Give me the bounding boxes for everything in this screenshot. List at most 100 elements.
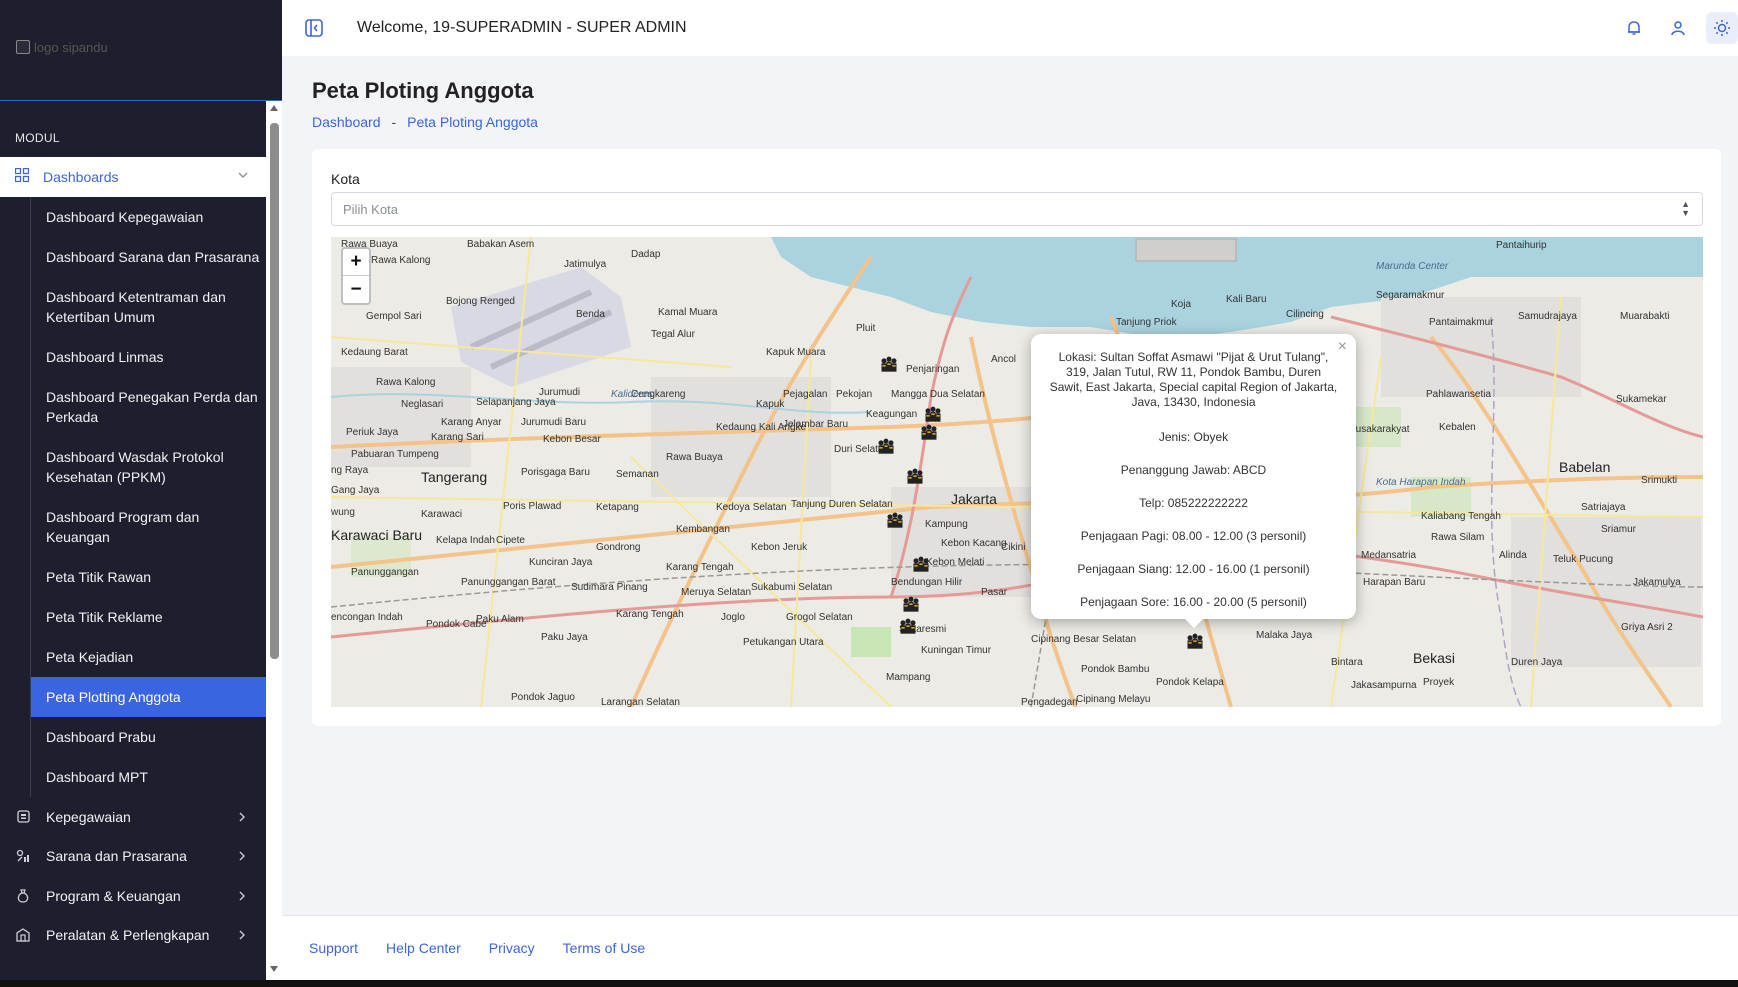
sidebar-item-peralatan[interactable]: Peralatan & Perlengkapan	[0, 916, 266, 956]
kota-select[interactable]: Pilih Kota ▲ ▼	[331, 192, 1703, 226]
logo-image[interactable]	[16, 40, 30, 54]
sidebar-item-dashboards[interactable]: Dashboards	[0, 157, 266, 197]
map-label: Sukamekar	[1616, 394, 1667, 405]
chevron-right-icon	[238, 927, 246, 943]
chevron-right-icon	[238, 888, 246, 904]
bell-icon[interactable]	[1618, 12, 1650, 44]
close-icon[interactable]: ×	[1338, 338, 1347, 356]
map-label: Pantaihurip	[1496, 240, 1547, 251]
police-marker-icon[interactable]	[877, 355, 901, 375]
sidebar-item-dashboard-ketentraman[interactable]: Dashboard Ketentraman dan Ketertiban Umu…	[31, 277, 266, 337]
sidebar-toggle-icon[interactable]	[304, 18, 324, 38]
map-label: Pasar	[981, 587, 1008, 598]
police-marker-icon[interactable]	[909, 555, 933, 575]
map-label: Tegal Alur	[651, 329, 695, 340]
user-icon[interactable]	[1662, 12, 1694, 44]
police-marker-icon[interactable]	[917, 423, 941, 443]
map-label: Ketapang	[596, 502, 639, 513]
footer-privacy-link[interactable]: Privacy	[489, 940, 535, 956]
footer-support-link[interactable]: Support	[309, 940, 358, 956]
top-header: Welcome, 19-SUPERADMIN - SUPER ADMIN	[282, 0, 1738, 56]
police-marker-icon[interactable]	[903, 467, 927, 487]
sidebar-item-label: Program & Keuangan	[46, 887, 181, 904]
sidebar-item-dashboard-sarana[interactable]: Dashboard Sarana dan Prasarana	[31, 237, 266, 277]
scroll-up-arrow-icon[interactable]	[270, 105, 278, 111]
map-label: Karawaci	[421, 509, 463, 520]
map-label: Kebalen	[1439, 422, 1476, 433]
popup-tip	[1184, 618, 1204, 628]
sidebar-item-peta-titik-reklame[interactable]: Peta Titik Reklame	[31, 597, 266, 637]
popup-lokasi: Lokasi: Sultan Soffat Asmawi "Pijat & Ur…	[1049, 350, 1338, 409]
sidebar-item-kepegawaian[interactable]: Kepegawaian	[0, 797, 266, 837]
logo-area: logo sipandu	[0, 0, 282, 101]
sidebar-item-dashboard-wasdak[interactable]: Dashboard Wasdak Protokol Kesehatan (PPK…	[31, 437, 266, 497]
map-label: Cipinang Besar Selatan	[1031, 634, 1137, 645]
map-label: Kota Harapan Indah	[1376, 477, 1466, 488]
scrollbar-thumb[interactable]	[270, 123, 279, 659]
breadcrumb-current[interactable]: Peta Ploting Anggota	[407, 114, 538, 130]
map-label: Dadap	[631, 249, 661, 260]
map-label: Pondok Jaguo	[511, 692, 575, 703]
footer-terms-link[interactable]: Terms of Use	[563, 940, 645, 956]
popup-telp: Telp: 085222222222	[1139, 496, 1248, 510]
map-view[interactable]: Rawa Buaya Babakan Asem Jatimulya Dadap …	[331, 237, 1703, 707]
popup-penjagaan-siang: Penjagaan Siang: 12.00 - 16.00 (1 person…	[1077, 562, 1310, 576]
kota-select-placeholder: Pilih Kota	[343, 202, 398, 217]
police-marker-icon[interactable]	[899, 595, 923, 615]
sidebar-item-dashboard-program[interactable]: Dashboard Program dan Keuangan	[31, 497, 266, 557]
map-label: encongan Indah	[331, 612, 403, 623]
map-label: Kelapa Indah	[436, 535, 495, 546]
zoom-out-button[interactable]: −	[343, 276, 369, 303]
map-label: Rawa Buaya	[666, 452, 723, 463]
map-label: Panunggangan Barat	[461, 577, 556, 588]
sidebar-item-program-keuangan[interactable]: Program & Keuangan	[0, 876, 266, 916]
sidebar-item-dashboard-kepegawaian[interactable]: Dashboard Kepegawaian	[31, 197, 266, 237]
sidebar-item-dashboard-prabu[interactable]: Dashboard Prabu	[31, 717, 266, 757]
map-label: Tanjung Duren Selatan	[791, 499, 893, 510]
marker-popup: × Lokasi: Sultan Soffat Asmawi "Pijat & …	[1031, 334, 1356, 619]
map-label: Bendungan Hilir	[891, 577, 963, 588]
map-label: Pondok Bambu	[1081, 664, 1150, 675]
map-label: Bojong Renged	[446, 296, 515, 307]
police-marker-icon[interactable]	[1183, 632, 1207, 652]
sun-icon[interactable]	[1706, 12, 1738, 44]
sidebar-item-dashboard-penegakan[interactable]: Dashboard Penegakan Perda dan Perkada	[31, 377, 266, 437]
building-icon	[15, 927, 31, 943]
map-label: Jakamulya	[1633, 577, 1681, 588]
sidebar-item-sarana-prasarana[interactable]: Sarana dan Prasarana	[0, 837, 266, 877]
zoom-in-button[interactable]: +	[343, 249, 369, 276]
map-label: Kebon Jeruk	[751, 542, 808, 553]
police-marker-icon[interactable]	[883, 511, 907, 531]
map-label: Medansatria	[1361, 550, 1417, 561]
map-label-babelan: Babelan	[1559, 459, 1611, 475]
page-title: Peta Ploting Anggota	[312, 78, 534, 103]
tools-icon	[15, 848, 31, 864]
map-label: Pluit	[856, 323, 876, 334]
map-label: Cikini	[1001, 542, 1026, 553]
map-label: Kampung	[925, 519, 968, 530]
chevron-right-icon	[238, 848, 246, 864]
sidebar-scrollbar[interactable]	[266, 101, 282, 980]
police-marker-icon[interactable]	[896, 617, 920, 637]
map-label: Kapuk Muara	[766, 347, 826, 358]
sidebar-item-dashboard-linmas[interactable]: Dashboard Linmas	[31, 337, 266, 377]
sidebar-item-peta-titik-rawan[interactable]: Peta Titik Rawan	[31, 557, 266, 597]
police-marker-icon[interactable]	[921, 405, 945, 425]
breadcrumb-dashboard[interactable]: Dashboard	[312, 114, 381, 130]
map-label: Gondrong	[596, 542, 641, 553]
zoom-control: + −	[341, 247, 371, 305]
scroll-down-arrow-icon[interactable]	[270, 966, 278, 972]
popup-penjagaan-sore: Penjagaan Sore: 16.00 - 20.00 (5 personi…	[1080, 595, 1307, 609]
footer-help-center-link[interactable]: Help Center	[386, 940, 461, 956]
map-label: ng Raya	[331, 465, 369, 476]
map-label: Samudrajaya	[1518, 311, 1577, 322]
map-label: Koja	[1171, 299, 1192, 310]
map-label: Larangan Selatan	[601, 697, 680, 707]
map-label: Semanan	[616, 469, 659, 480]
map-label: Benda	[576, 309, 605, 320]
sidebar-item-peta-kejadian[interactable]: Peta Kejadian	[31, 637, 266, 677]
map-label: Teluk Pucung	[1553, 554, 1614, 565]
sidebar-item-dashboard-mpt[interactable]: Dashboard MPT	[31, 757, 266, 797]
sidebar-item-peta-plotting-anggota[interactable]: Peta Plotting Anggota	[31, 677, 266, 717]
police-marker-icon[interactable]	[874, 437, 898, 457]
